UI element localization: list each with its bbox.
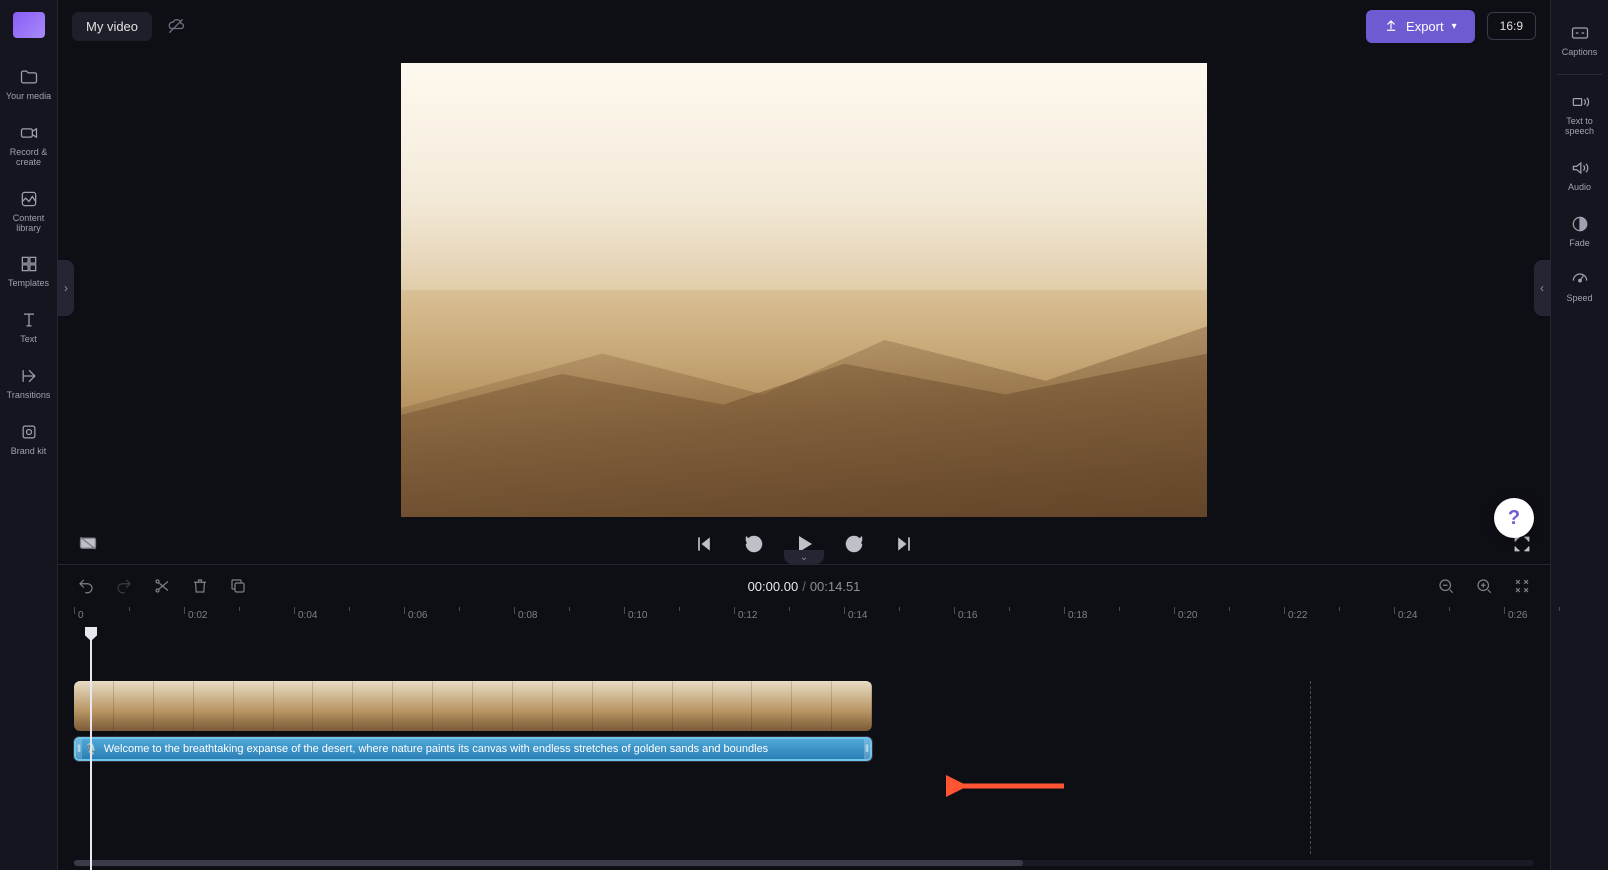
video-canvas[interactable] bbox=[401, 63, 1207, 517]
video-clip[interactable] bbox=[74, 681, 872, 731]
app-logo[interactable] bbox=[13, 12, 45, 38]
sequence-end-marker bbox=[1310, 681, 1311, 854]
zoom-in-button[interactable] bbox=[1472, 574, 1496, 598]
nav-label: Content library bbox=[13, 214, 45, 234]
timeline-ruler[interactable]: 00:020:040:060:080:100:120:140:160:180:2… bbox=[74, 607, 1550, 629]
playhead[interactable] bbox=[90, 629, 92, 870]
redo-button[interactable] bbox=[112, 574, 136, 598]
brand-icon bbox=[18, 421, 40, 443]
nav-text[interactable]: Text bbox=[1, 299, 57, 355]
audio-clip[interactable]: ‖ 🎙️ Welcome to the breathtaking expanse… bbox=[74, 737, 872, 761]
top-bar: My video Export ▾ 16:9 bbox=[58, 0, 1550, 52]
nav-your-media[interactable]: Your media bbox=[1, 56, 57, 112]
seek-backward-button[interactable] bbox=[742, 532, 766, 556]
templates-icon bbox=[18, 253, 40, 275]
nav-label: Audio bbox=[1568, 183, 1591, 193]
fade-icon bbox=[1569, 213, 1591, 235]
clip-handle-left[interactable]: ‖ bbox=[76, 739, 82, 759]
expand-right-panel[interactable]: ‹ bbox=[1534, 260, 1550, 316]
camera-icon bbox=[18, 122, 40, 144]
nav-fade[interactable]: Fade bbox=[1552, 203, 1608, 259]
audio-clip-text: Welcome to the breathtaking expanse of t… bbox=[104, 743, 768, 755]
export-label: Export bbox=[1406, 19, 1444, 34]
skip-forward-button[interactable] bbox=[892, 532, 916, 556]
duplicate-button[interactable] bbox=[226, 574, 250, 598]
right-sidebar: Captions Text to speech Audio Fade Speed bbox=[1550, 0, 1608, 870]
nav-captions[interactable]: Captions bbox=[1552, 12, 1608, 68]
nav-label: Transitions bbox=[7, 391, 51, 401]
timecode-display: 00:00.00/00:14.51 bbox=[748, 579, 861, 594]
export-button[interactable]: Export ▾ bbox=[1366, 10, 1475, 43]
delete-button[interactable] bbox=[188, 574, 212, 598]
scrollbar-thumb[interactable] bbox=[74, 860, 1023, 866]
present-mode-toggle[interactable] bbox=[76, 532, 100, 556]
left-sidebar: Your media Record & create Content libra… bbox=[0, 0, 58, 870]
preview-area: › ‹ bbox=[58, 52, 1550, 524]
tracks-area[interactable]: ‖ 🎙️ Welcome to the breathtaking expanse… bbox=[74, 629, 1550, 870]
main-area: My video Export ▾ 16:9 › ‹ bbox=[58, 0, 1550, 870]
nav-label: Your media bbox=[6, 92, 51, 102]
captions-icon bbox=[1569, 22, 1591, 44]
nav-label: Text bbox=[20, 335, 37, 345]
transitions-icon bbox=[18, 365, 40, 387]
skip-backward-button[interactable] bbox=[692, 532, 716, 556]
nav-label: Fade bbox=[1569, 239, 1590, 249]
nav-label: Record & create bbox=[10, 148, 48, 168]
nav-content-library[interactable]: Content library bbox=[1, 178, 57, 244]
playback-controls: ⌄ bbox=[58, 524, 1550, 564]
zoom-out-button[interactable] bbox=[1434, 574, 1458, 598]
aspect-ratio-selector[interactable]: 16:9 bbox=[1487, 12, 1536, 40]
zoom-fit-button[interactable] bbox=[1510, 574, 1534, 598]
nav-label: Templates bbox=[8, 279, 49, 289]
undo-button[interactable] bbox=[74, 574, 98, 598]
nav-record-create[interactable]: Record & create bbox=[1, 112, 57, 178]
total-time: 00:14.51 bbox=[810, 579, 861, 594]
nav-brand-kit[interactable]: Brand kit bbox=[1, 411, 57, 467]
cloud-sync-icon[interactable] bbox=[166, 16, 186, 36]
expand-left-panel[interactable]: › bbox=[58, 260, 74, 316]
audio-icon bbox=[1569, 157, 1591, 179]
text-icon bbox=[18, 309, 40, 331]
nav-label: Brand kit bbox=[11, 447, 47, 457]
split-button[interactable] bbox=[150, 574, 174, 598]
nav-label: Captions bbox=[1562, 48, 1598, 58]
nav-speed[interactable]: Speed bbox=[1552, 258, 1608, 314]
upload-icon bbox=[1384, 18, 1398, 35]
timeline-toolbar: 00:00.00/00:14.51 bbox=[58, 565, 1550, 607]
timeline-section: 00:00.00/00:14.51 00:020:040:060:080:100… bbox=[58, 564, 1550, 870]
nav-transitions[interactable]: Transitions bbox=[1, 355, 57, 411]
seek-forward-button[interactable] bbox=[842, 532, 866, 556]
tts-icon bbox=[1569, 91, 1591, 113]
speed-icon bbox=[1569, 268, 1591, 290]
chevron-down-icon: ▾ bbox=[1452, 21, 1457, 32]
nav-templates[interactable]: Templates bbox=[1, 243, 57, 299]
nav-label: Speed bbox=[1566, 294, 1592, 304]
folder-icon bbox=[18, 66, 40, 88]
library-icon bbox=[18, 188, 40, 210]
help-button[interactable]: ? bbox=[1494, 498, 1534, 538]
current-time: 00:00.00 bbox=[748, 579, 799, 594]
video-name-input[interactable]: My video bbox=[72, 12, 152, 41]
timeline-scrollbar[interactable] bbox=[74, 860, 1534, 866]
nav-audio[interactable]: Audio bbox=[1552, 147, 1608, 203]
collapse-controls[interactable]: ⌄ bbox=[784, 550, 824, 564]
nav-label: Text to speech bbox=[1565, 117, 1594, 137]
nav-text-to-speech[interactable]: Text to speech bbox=[1552, 81, 1608, 147]
clip-handle-right[interactable]: ‖ bbox=[864, 739, 870, 759]
